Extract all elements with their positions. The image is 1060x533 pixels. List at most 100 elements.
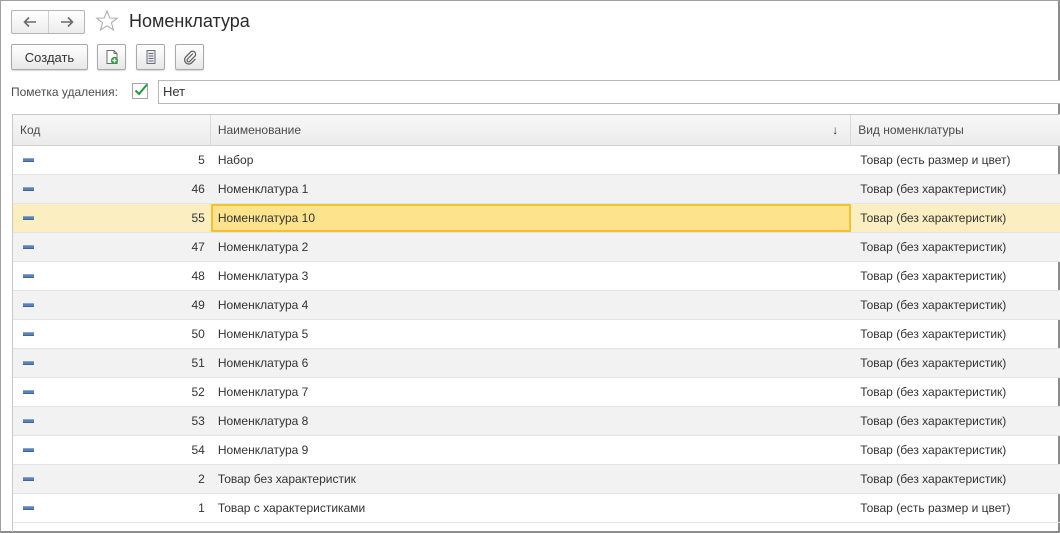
cell-name: Товар с характеристиками (217, 501, 366, 515)
table-row[interactable]: 5 Набор Товар (есть размер и цвет) (13, 146, 1060, 175)
code-value: 55 (191, 211, 205, 225)
table-row[interactable]: 52 Номенклатура 7 Товар (без характерист… (13, 378, 1060, 407)
table-row[interactable]: 1 Товар с характеристиками Товар (есть р… (13, 494, 1060, 523)
table-row[interactable]: 54 Номенклатура 9 Товар (без характерист… (13, 436, 1060, 465)
cell-type: Товар (без характеристик) (860, 269, 1007, 283)
cell-code: 2 (13, 465, 211, 493)
item-marker-icon (23, 477, 34, 481)
forward-button[interactable] (48, 11, 84, 33)
cell-type: Товар (без характеристик) (860, 327, 1007, 341)
cell-code: 53 (13, 407, 211, 435)
cell-type: Товар (без характеристик) (860, 443, 1007, 457)
item-marker-icon (23, 245, 34, 249)
item-marker-icon (23, 187, 34, 191)
cell-type: Товар (без характеристик) (860, 298, 1007, 312)
cell-type: Товар (без характеристик) (860, 182, 1007, 196)
cell-name: Номенклатура 2 (217, 240, 309, 254)
cell-name: Номенклатура 7 (217, 385, 309, 399)
deletion-mark-label: Пометка удаления: (11, 85, 118, 99)
navigation-buttons (11, 10, 85, 34)
cell-type: Товар (без характеристик) (860, 240, 1007, 254)
cell-name: Номенклатура 3 (217, 269, 309, 283)
favorite-star-icon[interactable] (95, 9, 119, 33)
add-copy-icon (106, 50, 118, 65)
column-header-name-label: Наименование (217, 123, 301, 137)
back-button[interactable] (12, 11, 48, 33)
code-value: 53 (191, 414, 205, 428)
code-value: 1 (198, 501, 205, 515)
item-marker-icon (23, 274, 34, 278)
attach-button[interactable] (175, 44, 204, 70)
column-header-name[interactable]: Наименование ↓ (211, 115, 852, 145)
nomenclature-table: Код Наименование ↓ Вид номенклатуры 5 На… (12, 114, 1060, 532)
arrow-right-icon (60, 16, 74, 28)
deletion-mark-checkbox[interactable] (132, 83, 148, 99)
cell-name: Номенклатура 8 (217, 414, 309, 428)
cell-type: Товар (есть размер и цвет) (860, 501, 1011, 515)
cell-code: 5 (13, 146, 211, 174)
column-header-code[interactable]: Код (13, 115, 211, 145)
item-marker-icon (23, 361, 34, 365)
cell-code: 50 (13, 320, 211, 348)
code-value: 52 (191, 385, 205, 399)
table-row-selected[interactable]: 55 Номенклатура 10 Товар (без характерис… (13, 204, 1060, 233)
item-marker-icon (23, 506, 34, 510)
cell-code: 48 (13, 262, 211, 290)
table-row[interactable]: 50 Номенклатура 5 Товар (без характерист… (13, 320, 1060, 349)
cell-name: Номенклатура 5 (217, 327, 309, 341)
cell-code: 52 (13, 378, 211, 406)
cell-name: Номенклатура 9 (217, 443, 309, 457)
item-marker-icon (23, 332, 34, 336)
table-row[interactable]: 47 Номенклатура 2 Товар (без характерист… (13, 233, 1060, 262)
cell-code: 47 (13, 233, 211, 261)
add-copy-button[interactable] (97, 44, 126, 70)
checkmark-icon (134, 83, 148, 96)
arrow-left-icon (23, 16, 36, 28)
item-marker-icon (23, 216, 34, 220)
table-row[interactable]: 51 Номенклатура 6 Товар (без характерист… (13, 349, 1060, 378)
cell-name: Номенклатура 4 (217, 298, 309, 312)
table-row[interactable]: 53 Номенклатура 8 Товар (без характерист… (13, 407, 1060, 436)
list-view-button[interactable] (136, 44, 165, 70)
cell-code: 54 (13, 436, 211, 464)
cell-type: Товар (без характеристик) (860, 356, 1007, 370)
create-button[interactable]: Создать (11, 44, 88, 70)
cell-name: Номенклатура 6 (217, 356, 309, 370)
cell-name: Товар без характеристик (217, 472, 356, 486)
paperclip-icon (183, 50, 196, 65)
cell-type: Товар (есть размер и цвет) (860, 153, 1011, 167)
item-marker-icon (23, 419, 34, 423)
code-value: 50 (191, 327, 205, 341)
cell-code: 1 (13, 494, 211, 522)
cell-name-selected[interactable]: Номенклатура 10 (210, 204, 852, 232)
item-marker-icon (23, 303, 34, 307)
code-value: 47 (191, 240, 205, 254)
code-value: 54 (191, 443, 205, 457)
cell-name: Номенклатура 1 (217, 182, 309, 196)
code-value: 2 (198, 472, 205, 486)
cell-type: Товар (без характеристик) (860, 211, 1007, 225)
cell-type: Товар (без характеристик) (860, 385, 1007, 399)
page-title: Номенклатура (129, 11, 250, 31)
column-header-type[interactable]: Вид номенклатуры (851, 115, 1060, 145)
code-value: 5 (198, 153, 205, 167)
cell-name: Набор (217, 153, 254, 167)
item-marker-icon (23, 158, 34, 162)
table-row[interactable]: 46 Номенклатура 1 Товар (без характерист… (13, 175, 1060, 204)
table-row[interactable]: 49 Номенклатура 4 Товар (без характерист… (13, 291, 1060, 320)
code-value: 46 (191, 182, 205, 196)
item-marker-icon (23, 390, 34, 394)
cell-type: Товар (без характеристик) (860, 414, 1007, 428)
code-value: 49 (191, 298, 205, 312)
sort-arrow-down-icon: ↓ (832, 123, 839, 137)
table-row[interactable]: 48 Номенклатура 3 Товар (без характерист… (13, 262, 1060, 291)
deletion-mark-field[interactable]: Нет (158, 80, 1060, 104)
cell-code: 55 (13, 204, 211, 232)
table-row[interactable]: 2 Товар без характеристик Товар (без хар… (13, 465, 1060, 494)
cell-type: Товар (без характеристик) (860, 472, 1007, 486)
cell-code: 46 (13, 175, 211, 203)
cell-code: 51 (13, 349, 211, 377)
item-marker-icon (23, 448, 34, 452)
cell-code: 49 (13, 291, 211, 319)
list-view-icon (146, 50, 155, 64)
